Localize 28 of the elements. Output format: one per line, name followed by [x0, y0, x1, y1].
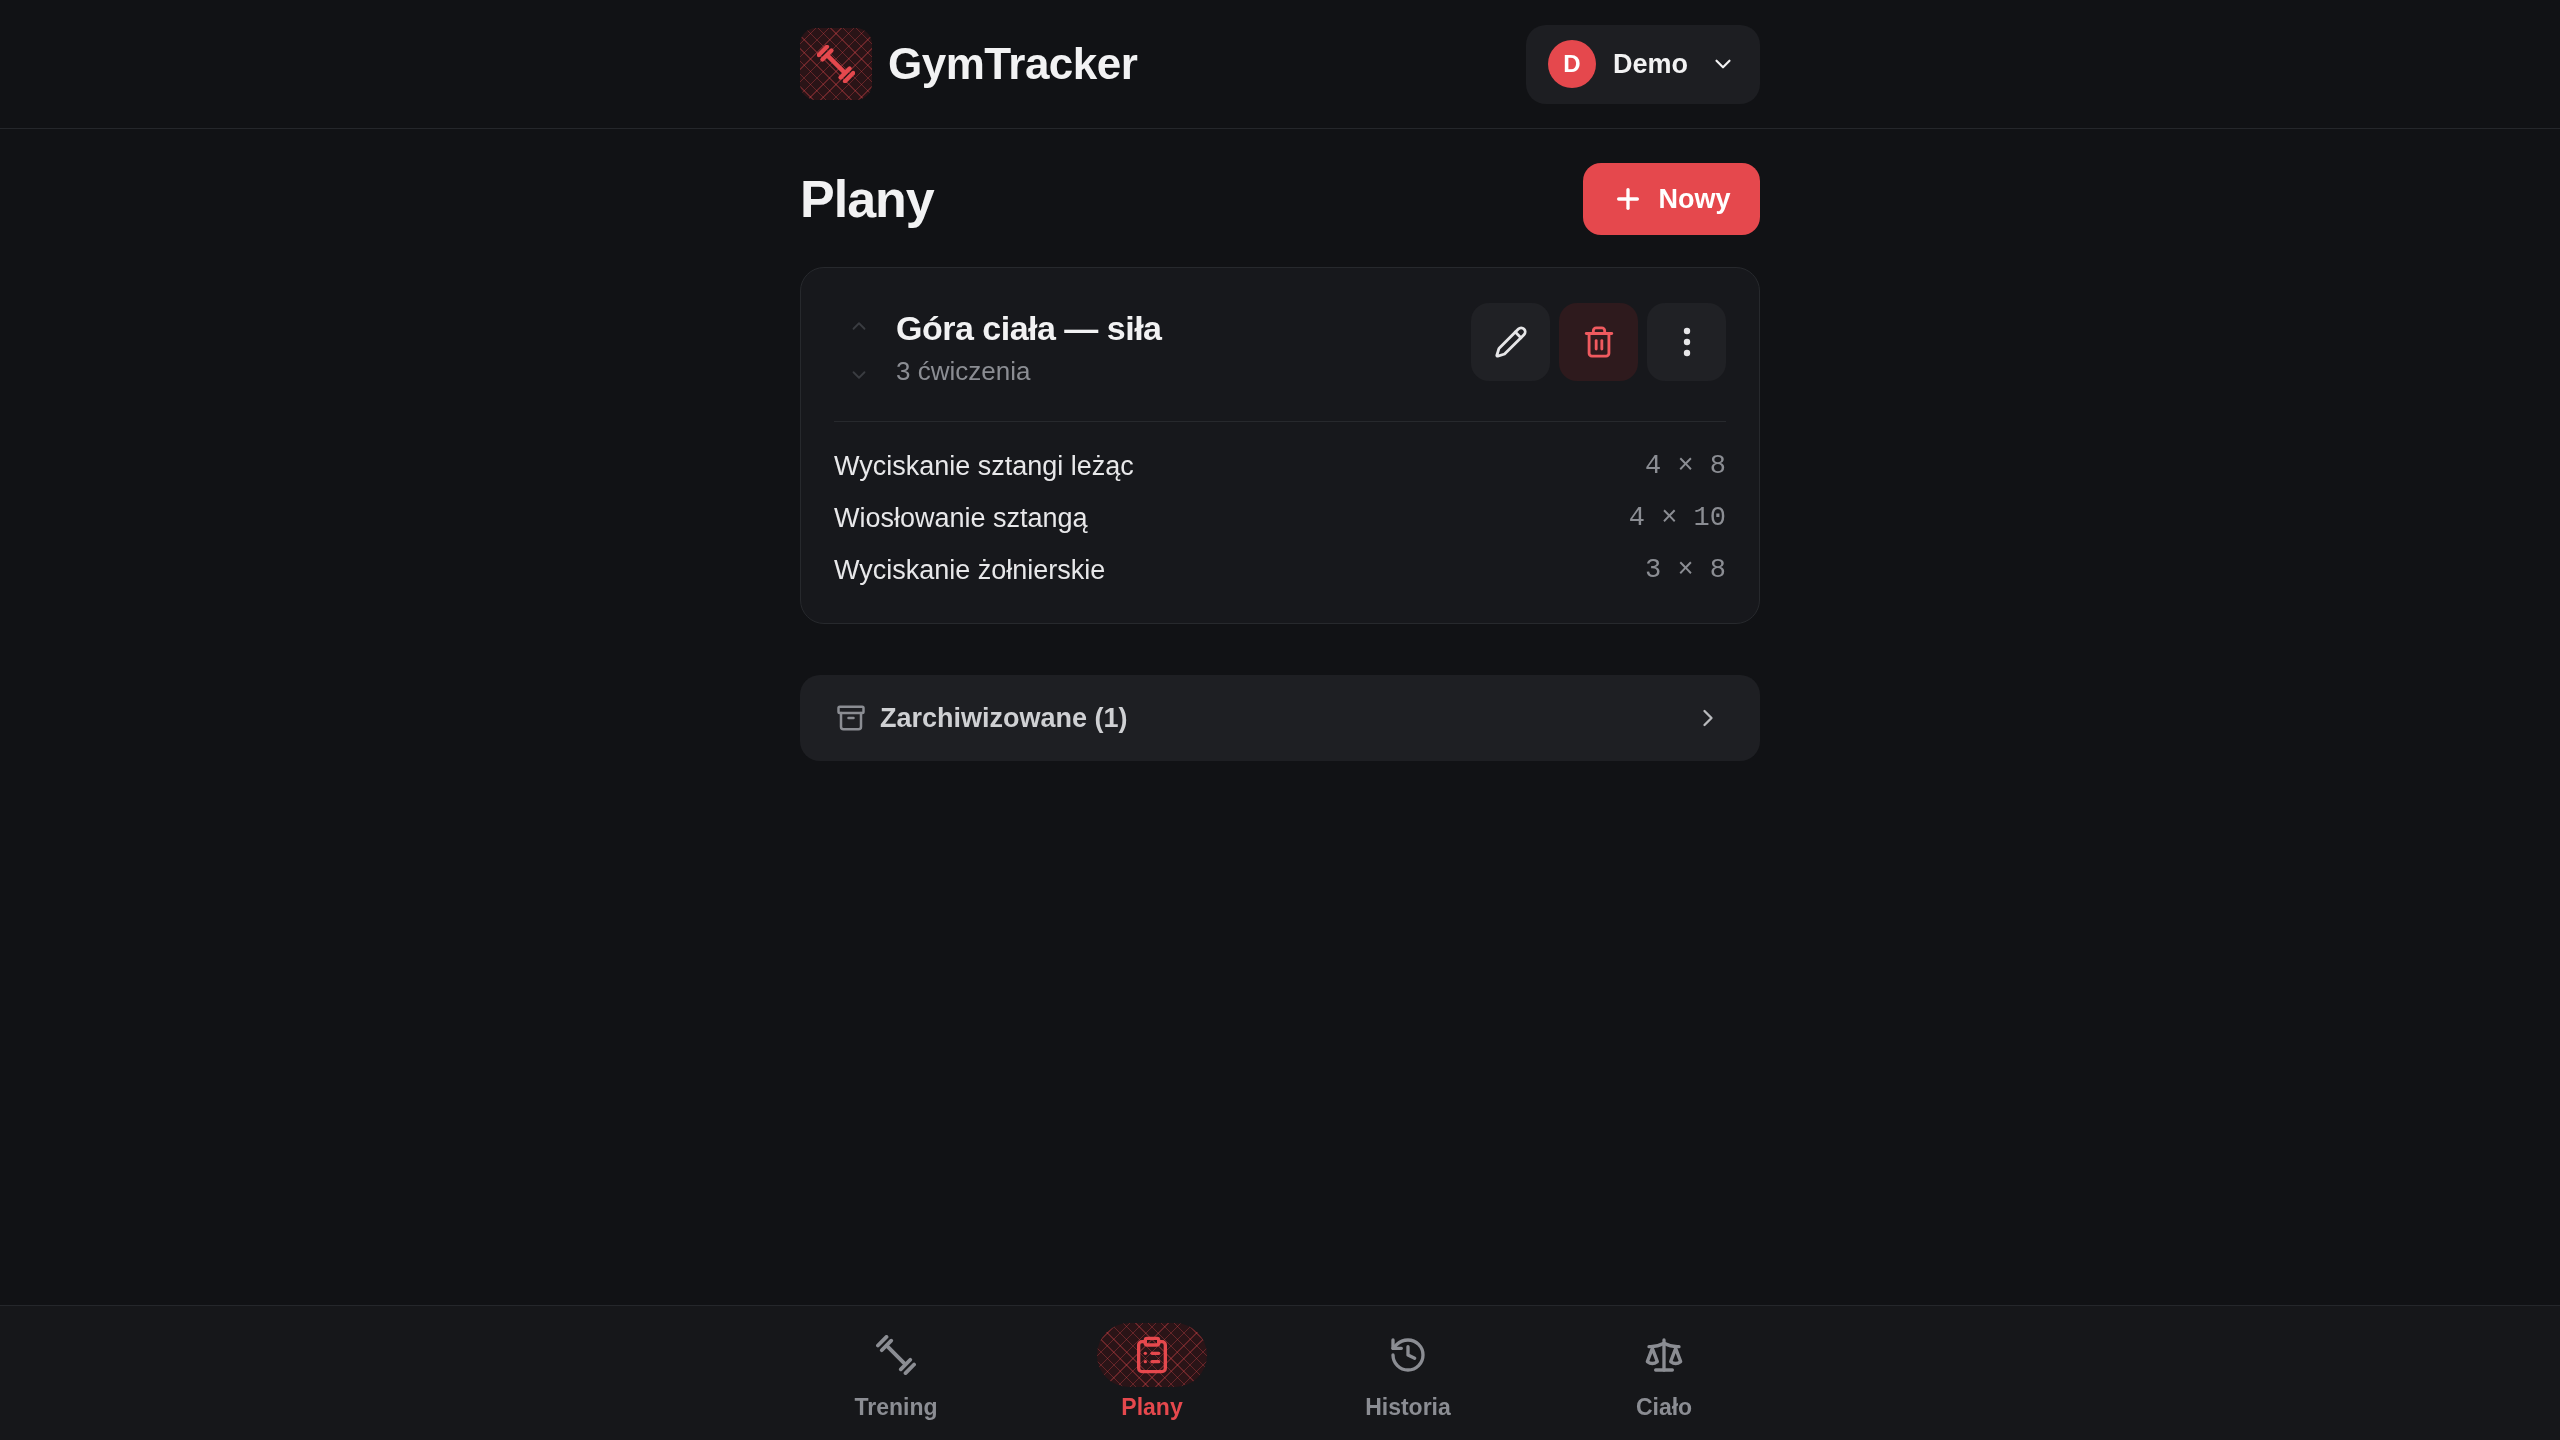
- page-title: Plany: [800, 169, 934, 229]
- history-clock-icon: [1388, 1335, 1428, 1375]
- more-vertical-icon: [1682, 327, 1691, 357]
- sets-reps: 4 × 10: [1628, 503, 1726, 533]
- delete-button[interactable]: [1559, 303, 1638, 381]
- dumbbell-logo-icon: [800, 28, 872, 100]
- nav-tab[interactable]: Ciało: [1536, 1306, 1792, 1440]
- nav-tab[interactable]: Historia: [1280, 1306, 1536, 1440]
- more-button[interactable]: [1647, 303, 1726, 381]
- exercise-name: Wyciskanie żołnierskie: [834, 554, 1106, 586]
- balance-scale-icon: [1644, 1335, 1684, 1375]
- plan-title: Góra ciała — siła: [896, 308, 1162, 349]
- exercise-name: Wyciskanie sztangi leżąc: [834, 450, 1134, 482]
- edit-button[interactable]: [1471, 303, 1550, 381]
- user-menu-button[interactable]: D Demo: [1526, 24, 1760, 104]
- sets-reps: 4 × 8: [1645, 451, 1726, 481]
- archived-plans-button[interactable]: Zarchiwizowane (1): [800, 675, 1760, 761]
- nav-tab[interactable]: Plany: [1024, 1306, 1280, 1440]
- dumbbell-icon: [876, 1335, 916, 1375]
- pencil-icon: [1493, 325, 1528, 359]
- archive-box-icon: [836, 703, 866, 733]
- app-name: GymTracker: [888, 39, 1138, 89]
- exercise-name: Wiosłowanie sztangą: [834, 502, 1088, 534]
- user-avatar: D: [1548, 40, 1596, 88]
- nav-tab[interactable]: Trening: [768, 1306, 1024, 1440]
- exercise-count: 3 ćwiczenia: [896, 355, 1032, 388]
- sets-reps: 3 × 8: [1645, 555, 1726, 585]
- new-plan-button[interactable]: Nowy: [1583, 163, 1760, 235]
